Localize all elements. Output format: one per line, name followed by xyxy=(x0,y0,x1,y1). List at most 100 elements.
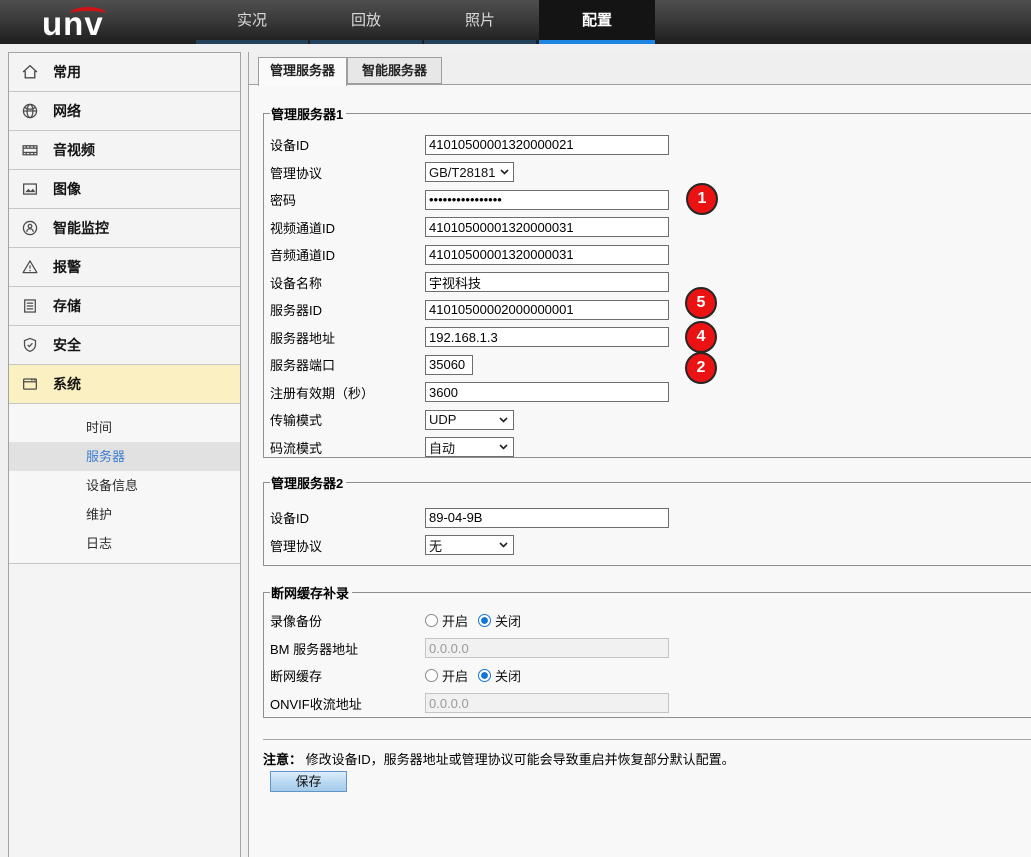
document-icon xyxy=(21,297,39,315)
nav-tab-config-label: 配置 xyxy=(582,12,612,29)
sidebar-item-label: 存储 xyxy=(53,296,81,316)
chevron-down-icon xyxy=(499,444,508,450)
sidebar-item-system[interactable]: 系统 xyxy=(9,365,240,404)
management-server1-section: 管理服务器1 设备ID 管理协议 GB/T28181 密码 视频通道ID xyxy=(263,104,1031,458)
step-badge-2: 2 xyxy=(685,352,717,384)
field-label: 服务器端口 xyxy=(270,355,425,374)
field-label: 服务器ID xyxy=(270,300,425,319)
save-button[interactable]: 保存 xyxy=(270,771,347,792)
password-input[interactable] xyxy=(425,190,669,210)
nav-tab-underline xyxy=(196,40,308,44)
form-row: 录像备份 开启 关闭 xyxy=(270,607,1031,635)
sidebar-item-security[interactable]: 安全 xyxy=(9,326,240,365)
note-body: 修改设备ID，服务器地址或管理协议可能会导致重启并恢复部分默认配置。 xyxy=(306,752,735,767)
tab-management-server[interactable]: 管理服务器 xyxy=(258,57,347,86)
section-title: 断网缓存补录 xyxy=(270,583,352,602)
field-label: ONVIF收流地址 xyxy=(270,694,425,713)
sidebar-item-smart[interactable]: 智能监控 xyxy=(9,209,240,248)
content-tab-strip: 管理服务器 智能服务器 xyxy=(249,52,1031,85)
sidebar-subitem-log[interactable]: 日志 xyxy=(9,529,240,558)
form-row: 管理协议 无 xyxy=(270,532,1031,560)
field-label: 服务器地址 xyxy=(270,328,425,347)
nav-tab-photo[interactable]: 照片 xyxy=(424,0,536,44)
tab-smart-server[interactable]: 智能服务器 xyxy=(347,57,442,84)
stream-mode-select[interactable]: 自动 xyxy=(425,437,514,457)
radio-label: 开启 xyxy=(442,666,468,685)
note-text: 注意： 修改设备ID，服务器地址或管理协议可能会导致重启并恢复部分默认配置。 xyxy=(263,749,735,768)
offline-cache-radio-off[interactable] xyxy=(478,669,491,682)
nav-tab-underline xyxy=(310,40,422,44)
step-badge-4: 4 xyxy=(685,321,717,353)
radio-label: 开启 xyxy=(442,611,468,630)
field-label: 传输模式 xyxy=(270,410,425,429)
sidebar-item-storage[interactable]: 存储 xyxy=(9,287,240,326)
chevron-down-icon xyxy=(499,542,508,548)
smart-monitor-icon xyxy=(21,219,39,237)
radio-label: 关闭 xyxy=(495,666,521,685)
audio-channel-id-input[interactable] xyxy=(425,245,669,265)
sidebar-item-network[interactable]: 网络 xyxy=(9,92,240,131)
sidebar-subitem-server[interactable]: 服务器 xyxy=(9,442,240,471)
field-label: 视频通道ID xyxy=(270,218,425,237)
sidebar-item-alarm[interactable]: 报警 xyxy=(9,248,240,287)
divider xyxy=(263,739,1031,740)
bm-server-address-input xyxy=(425,638,669,658)
nav-tab-live[interactable]: 实况 xyxy=(196,0,308,44)
form-row: 传输模式 UDP xyxy=(270,406,1031,434)
home-icon xyxy=(21,63,39,81)
form-row: 注册有效期（秒） xyxy=(270,379,1031,407)
offline-cache-section: 断网缓存补录 录像备份 开启 关闭 BM 服务器地址 断网缓存 开启 xyxy=(263,583,1031,718)
record-backup-radio-group: 开启 关闭 xyxy=(425,611,531,630)
field-label: 注册有效期（秒） xyxy=(270,383,425,402)
record-backup-radio-on[interactable] xyxy=(425,614,438,627)
nav-tab-config[interactable]: 配置 xyxy=(539,0,655,44)
protocol-2-select[interactable]: 无 xyxy=(425,535,514,555)
device-id-input[interactable] xyxy=(425,135,669,155)
server-address-input[interactable] xyxy=(425,327,669,347)
sidebar-item-label: 图像 xyxy=(53,179,81,199)
section-title: 管理服务器2 xyxy=(270,473,346,492)
sidebar-item-audio-video[interactable]: 音视频 xyxy=(9,131,240,170)
management-server2-section: 管理服务器2 设备ID 管理协议 无 xyxy=(263,473,1031,566)
field-label: 音频通道ID xyxy=(270,245,425,264)
server-port-input[interactable] xyxy=(425,355,473,375)
video-channel-id-input[interactable] xyxy=(425,217,669,237)
sidebar-subitem-device-info[interactable]: 设备信息 xyxy=(9,471,240,500)
onvif-address-input xyxy=(425,693,669,713)
field-label: 设备ID xyxy=(270,135,425,154)
sidebar-subitem-time[interactable]: 时间 xyxy=(9,413,240,442)
offline-cache-radio-group: 开启 关闭 xyxy=(425,666,531,685)
field-label: 码流模式 xyxy=(270,438,425,457)
field-label: 断网缓存 xyxy=(270,666,425,685)
device-id-2-input[interactable] xyxy=(425,508,669,528)
section-title: 管理服务器1 xyxy=(270,104,346,123)
form-row: 服务器地址 xyxy=(270,324,1031,352)
unv-logo-arc xyxy=(70,7,106,20)
device-name-input[interactable] xyxy=(425,272,669,292)
sidebar-item-common[interactable]: 常用 xyxy=(9,53,240,92)
transport-mode-select[interactable]: UDP xyxy=(425,410,514,430)
form-row: 码流模式 自动 xyxy=(270,434,1031,462)
register-validity-input[interactable] xyxy=(425,382,669,402)
protocol-select[interactable]: GB/T28181 xyxy=(425,162,514,182)
sidebar-item-label: 报警 xyxy=(53,257,81,277)
nav-tab-playback[interactable]: 回放 xyxy=(310,0,422,44)
system-window-icon xyxy=(21,375,39,393)
form-row: 设备ID xyxy=(270,131,1031,159)
unv-logo: unv xyxy=(42,2,104,46)
sidebar-item-label: 系统 xyxy=(53,374,81,394)
sidebar-item-label: 音视频 xyxy=(53,140,95,160)
sidebar-item-image[interactable]: 图像 xyxy=(9,170,240,209)
select-value: 无 xyxy=(429,536,442,555)
field-label: 设备名称 xyxy=(270,273,425,292)
select-value: 自动 xyxy=(429,438,455,457)
form-row: 视频通道ID xyxy=(270,214,1031,242)
shield-check-icon xyxy=(21,336,39,354)
note-prefix: 注意： xyxy=(263,752,302,767)
sidebar-subitem-maintenance[interactable]: 维护 xyxy=(9,500,240,529)
field-label: 管理协议 xyxy=(270,536,425,555)
record-backup-radio-off[interactable] xyxy=(478,614,491,627)
server-id-input[interactable] xyxy=(425,300,669,320)
chevron-down-icon xyxy=(500,169,509,175)
offline-cache-radio-on[interactable] xyxy=(425,669,438,682)
